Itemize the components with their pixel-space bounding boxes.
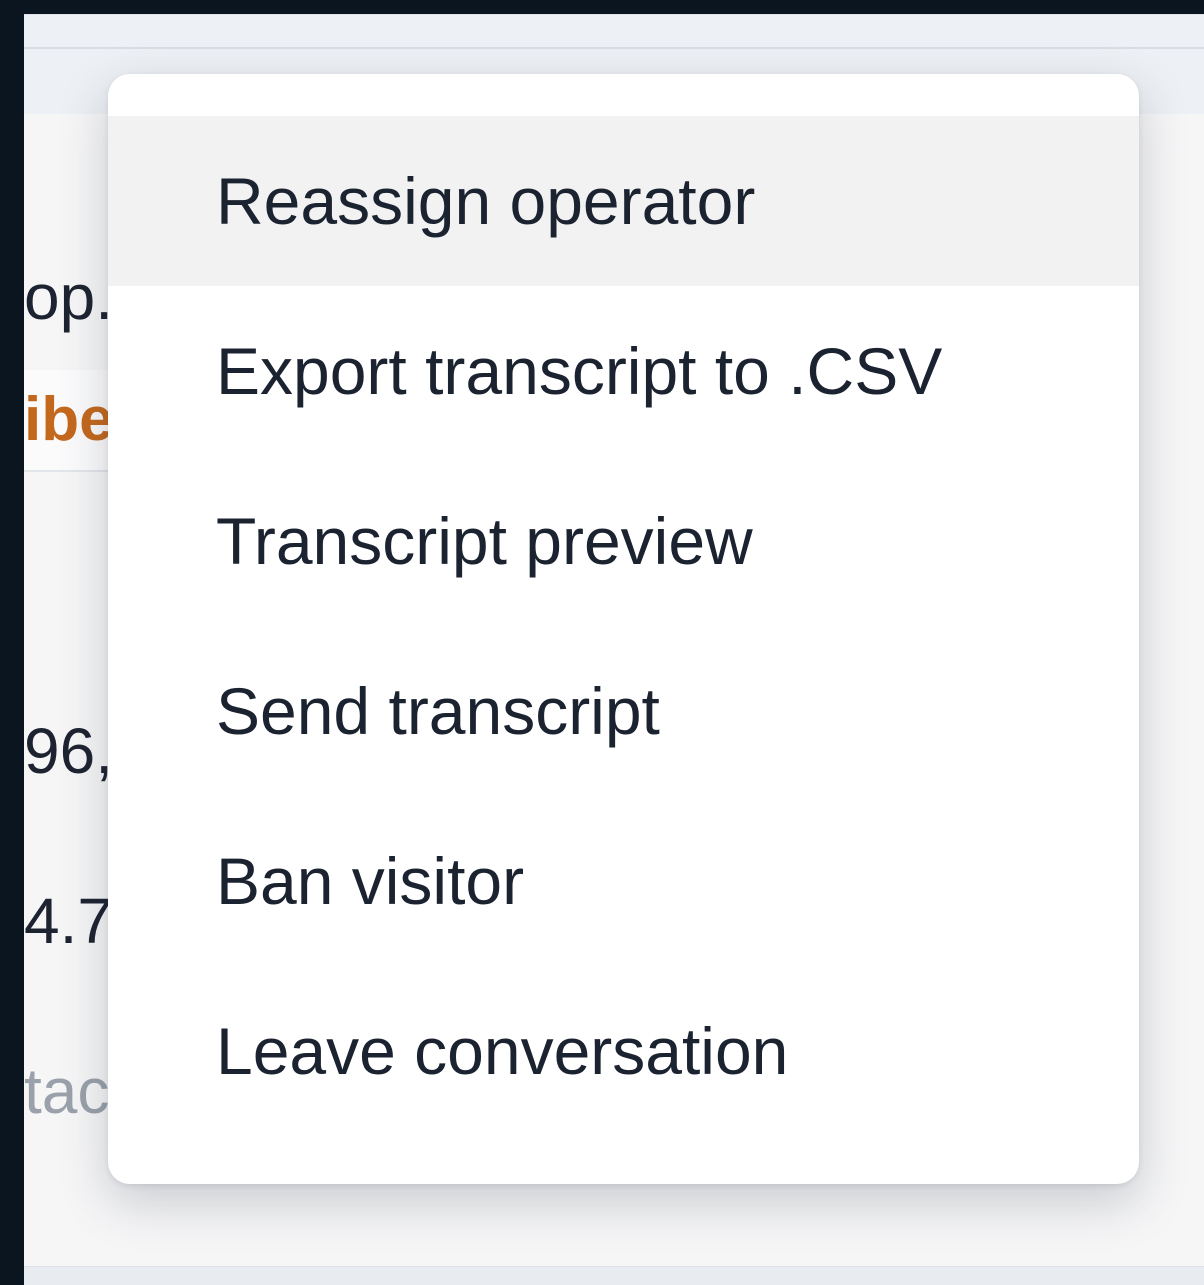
conversation-actions-menu: Reassign operator Export transcript to .… [108,74,1139,1184]
status-tag-label: ibe [24,385,114,454]
menu-item-ban-visitor[interactable]: Ban visitor [108,796,1139,966]
bottom-strip [24,1266,1204,1285]
menu-item-leave-conversation[interactable]: Leave conversation [108,966,1139,1136]
menu-item-send-transcript[interactable]: Send transcript [108,626,1139,796]
partial-text-value-1: 96, [24,715,113,787]
top-bar-divider [24,47,1204,49]
app-window: op. ibe 96, 4.7 tac Reassign operator Ex… [24,14,1204,1285]
menu-item-reassign-operator[interactable]: Reassign operator [108,116,1139,286]
menu-item-transcript-preview[interactable]: Transcript preview [108,456,1139,626]
status-tag: ibe [24,370,119,472]
partial-text-operator: op. [24,261,113,333]
menu-list: Reassign operator Export transcript to .… [108,74,1139,1136]
menu-item-export-transcript-csv[interactable]: Export transcript to .CSV [108,286,1139,456]
partial-text-value-2: 4.7 [24,885,113,957]
partial-text-contact: tac [24,1055,110,1127]
